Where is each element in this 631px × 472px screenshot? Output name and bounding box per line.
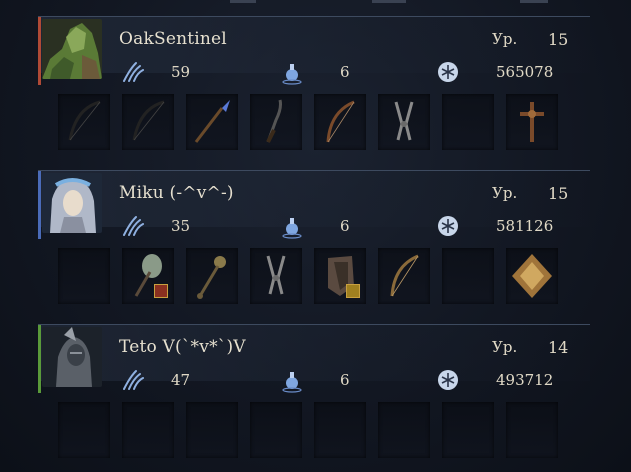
vigor-value: 59 bbox=[171, 63, 191, 81]
runes-value: 493712 bbox=[496, 371, 554, 389]
status-badge bbox=[346, 284, 360, 298]
flask-icon bbox=[279, 213, 305, 239]
equip-slot[interactable] bbox=[314, 248, 366, 304]
equip-slot[interactable] bbox=[506, 402, 558, 458]
gold-rune-icon bbox=[512, 254, 552, 298]
status-badge bbox=[154, 284, 168, 298]
equip-slot[interactable] bbox=[250, 402, 302, 458]
crossbow-pliers-icon bbox=[266, 255, 286, 295]
player-name: Teto V(`*v*`)V bbox=[119, 337, 246, 357]
equip-slot[interactable] bbox=[122, 94, 174, 150]
vigor-claw-icon bbox=[120, 367, 146, 393]
top-divider bbox=[0, 0, 631, 6]
equip-slot[interactable] bbox=[58, 94, 110, 150]
flask-value: 6 bbox=[340, 371, 350, 389]
level-value: 15 bbox=[548, 184, 569, 203]
equip-slot[interactable] bbox=[186, 248, 238, 304]
rune-icon bbox=[435, 367, 461, 393]
equipment-row-1 bbox=[58, 94, 578, 150]
player-name: Miku (-^v^-) bbox=[119, 183, 234, 203]
equip-slot[interactable] bbox=[250, 94, 302, 150]
cross-talisman-icon bbox=[520, 102, 544, 142]
flask-value: 6 bbox=[340, 217, 350, 235]
sickle-icon bbox=[266, 99, 282, 143]
spear-icon bbox=[194, 100, 230, 143]
equip-slot[interactable] bbox=[58, 248, 110, 304]
vigor-value: 47 bbox=[171, 371, 191, 389]
equipment-row-3 bbox=[58, 402, 578, 458]
equip-slot[interactable] bbox=[186, 402, 238, 458]
vigor-claw-icon bbox=[120, 213, 146, 239]
bow-icon bbox=[68, 100, 101, 141]
equip-slot[interactable] bbox=[250, 248, 302, 304]
equip-slot[interactable] bbox=[506, 248, 558, 304]
rune-icon bbox=[435, 59, 461, 85]
flask-value: 6 bbox=[340, 63, 350, 81]
player-card-2[interactable]: Miku (-^v^-) Ур. 15 35 6 581126 bbox=[38, 170, 590, 239]
level-label: Ур. bbox=[492, 184, 518, 202]
equip-slot[interactable] bbox=[378, 94, 430, 150]
bow-icon bbox=[132, 100, 165, 141]
equip-slot[interactable] bbox=[186, 94, 238, 150]
equip-slot[interactable] bbox=[506, 94, 558, 150]
level-label: Ур. bbox=[492, 30, 518, 48]
equipment-row-2 bbox=[58, 248, 578, 304]
player-card-1[interactable]: OakSentinel Ур. 15 59 6 565078 bbox=[38, 16, 590, 85]
equip-slot[interactable] bbox=[314, 94, 366, 150]
equip-slot[interactable] bbox=[442, 402, 494, 458]
mace-icon bbox=[197, 256, 226, 299]
equip-slot[interactable] bbox=[314, 402, 366, 458]
equip-slot[interactable] bbox=[378, 248, 430, 304]
player-card-3[interactable]: Teto V(`*v*`)V Ур. 14 47 6 493712 bbox=[38, 324, 590, 393]
equip-slot[interactable] bbox=[58, 402, 110, 458]
equip-slot[interactable] bbox=[378, 402, 430, 458]
crossbow-pliers-icon bbox=[394, 101, 414, 141]
player-name: OakSentinel bbox=[119, 29, 227, 49]
level-value: 14 bbox=[548, 338, 569, 357]
level-value: 15 bbox=[548, 30, 569, 49]
vigor-claw-icon bbox=[120, 59, 146, 85]
equip-slot[interactable] bbox=[442, 94, 494, 150]
longbow-icon bbox=[326, 100, 355, 143]
runes-value: 581126 bbox=[496, 217, 554, 235]
longbow-icon bbox=[390, 254, 419, 297]
equip-slot[interactable] bbox=[122, 248, 174, 304]
equip-slot[interactable] bbox=[122, 402, 174, 458]
flask-icon bbox=[279, 59, 305, 85]
rune-icon bbox=[435, 213, 461, 239]
vigor-value: 35 bbox=[171, 217, 191, 235]
flask-icon bbox=[279, 367, 305, 393]
equip-slot[interactable] bbox=[442, 248, 494, 304]
runes-value: 565078 bbox=[496, 63, 554, 81]
level-label: Ур. bbox=[492, 338, 518, 356]
